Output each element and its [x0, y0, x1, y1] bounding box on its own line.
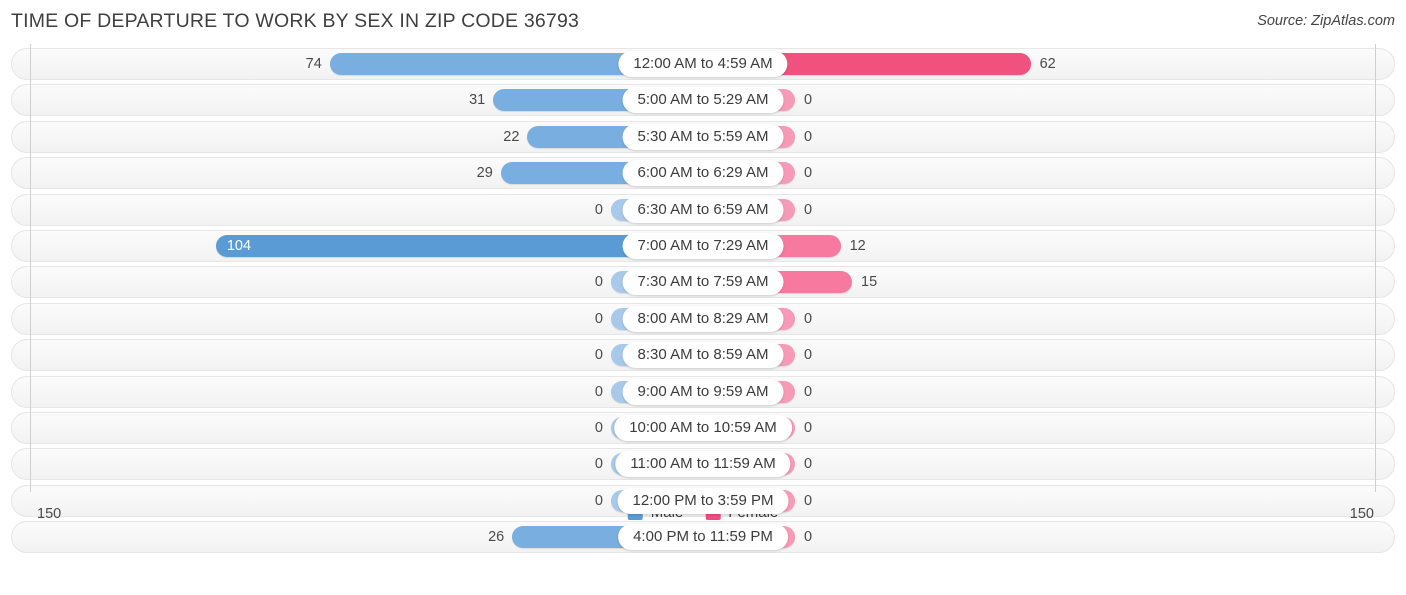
male-value-label: 0 — [594, 456, 603, 473]
table-row[interactable]: 0 0 6:30 AM to 6:59 AM — [11, 193, 1395, 226]
male-value-label: 0 — [594, 419, 603, 436]
table-row[interactable]: 74 62 12:00 AM to 4:59 AM — [11, 48, 1395, 80]
chart-plot-area: 74 62 12:00 AM to 4:59 AM 31 0 5:00 AM to 5:2… — [11, 44, 1395, 554]
male-value-label: 74 — [305, 56, 322, 72]
male-value-label: 22 — [503, 128, 520, 145]
female-half: 0 — [703, 449, 1394, 479]
female-half: 0 — [703, 85, 1394, 115]
axis-line-left — [30, 44, 31, 492]
female-value-label: 0 — [804, 201, 813, 218]
table-row[interactable]: 31 0 5:00 AM to 5:29 AM — [11, 84, 1395, 117]
category-label: 7:00 AM to 7:29 AM — [622, 232, 784, 259]
female-half: 0 — [703, 158, 1394, 188]
male-value-label: 0 — [594, 383, 603, 400]
table-row[interactable]: 0 0 8:30 AM to 8:59 AM — [11, 339, 1395, 372]
male-half: 0 — [12, 449, 703, 479]
male-value-label: 31 — [469, 92, 486, 109]
female-value-label: 0 — [804, 347, 813, 364]
table-row[interactable]: 29 0 6:00 AM to 6:29 AM — [11, 157, 1395, 190]
female-value-label: 15 — [861, 274, 878, 291]
category-label: 4:00 PM to 11:59 PM — [618, 524, 788, 551]
category-label: 12:00 AM to 4:59 AM — [618, 51, 788, 77]
male-half: 0 — [12, 340, 703, 370]
female-value-label: 0 — [804, 128, 813, 145]
male-value-label: 0 — [594, 201, 603, 218]
category-label: 10:00 AM to 10:59 AM — [614, 414, 792, 441]
category-label: 9:00 AM to 9:59 AM — [622, 378, 784, 405]
female-half: 0 — [703, 122, 1394, 152]
category-label: 5:00 AM to 5:29 AM — [622, 87, 784, 114]
category-label: 7:30 AM to 7:59 AM — [622, 269, 784, 296]
female-value-label: 0 — [804, 456, 813, 473]
female-value-label: 0 — [804, 419, 813, 436]
female-value-label: 12 — [849, 237, 866, 254]
male-half: 0 — [12, 377, 703, 407]
chart-header: TIME OF DEPARTURE TO WORK BY SEX IN ZIP … — [0, 0, 1406, 44]
category-label: 11:00 AM to 11:59 AM — [615, 451, 791, 478]
table-row[interactable]: 104 12 7:00 AM to 7:29 AM — [11, 229, 1395, 262]
female-half: 0 — [703, 413, 1394, 443]
female-value-label: 0 — [804, 165, 813, 182]
female-half: 0 — [703, 377, 1394, 407]
female-value-label: 0 — [804, 383, 813, 400]
female-value-label: 0 — [804, 529, 813, 546]
male-half: 74 — [12, 49, 703, 79]
axis-max-left: 150 — [37, 506, 62, 522]
male-value-label: 0 — [594, 347, 603, 364]
table-row[interactable]: 22 0 5:30 AM to 5:59 AM — [11, 120, 1395, 153]
male-value-label: 0 — [594, 274, 603, 291]
male-half: 0 — [12, 304, 703, 334]
male-half: 0 — [12, 195, 703, 225]
category-label: 8:30 AM to 8:59 AM — [622, 342, 784, 369]
female-value-label: 0 — [804, 310, 813, 327]
category-label: 12:00 PM to 3:59 PM — [617, 487, 789, 514]
female-half: 0 — [703, 340, 1394, 370]
table-row[interactable]: 0 0 11:00 AM to 11:59 AM — [11, 448, 1395, 481]
male-half: 104 — [12, 231, 703, 261]
table-row[interactable]: 0 15 7:30 AM to 7:59 AM — [11, 266, 1395, 299]
source-attribution: Source: ZipAtlas.com — [1257, 13, 1395, 29]
bar-rows-container: 74 62 12:00 AM to 4:59 AM 31 0 5:00 AM to 5:2… — [11, 48, 1395, 557]
table-row[interactable]: 0 0 10:00 AM to 10:59 AM — [11, 411, 1395, 444]
female-half: 0 — [703, 195, 1394, 225]
female-half: 12 — [703, 231, 1394, 261]
axis-line-right — [1375, 44, 1376, 492]
male-value-label: 26 — [488, 529, 505, 546]
axis-max-right: 150 — [1349, 506, 1374, 522]
female-half: 15 — [703, 267, 1394, 297]
category-label: 8:00 AM to 8:29 AM — [622, 305, 784, 332]
category-label: 5:30 AM to 5:59 AM — [622, 123, 784, 150]
male-half: 0 — [12, 413, 703, 443]
male-half: 22 — [12, 122, 703, 152]
male-value-label: 29 — [476, 165, 493, 182]
male-half: 31 — [12, 85, 703, 115]
female-value-label: 62 — [1039, 56, 1056, 72]
male-value-label: 104 — [226, 237, 252, 254]
category-label: 6:00 AM to 6:29 AM — [622, 160, 784, 187]
female-half: 0 — [703, 304, 1394, 334]
female-value-label: 0 — [804, 92, 813, 109]
page-title: TIME OF DEPARTURE TO WORK BY SEX IN ZIP … — [11, 10, 580, 32]
male-value-label: 0 — [594, 310, 603, 327]
table-row[interactable]: 0 0 8:00 AM to 8:29 AM — [11, 302, 1395, 335]
male-half: 0 — [12, 267, 703, 297]
female-half: 62 — [703, 49, 1394, 79]
category-label: 6:30 AM to 6:59 AM — [622, 196, 784, 223]
table-row[interactable]: 0 0 9:00 AM to 9:59 AM — [11, 375, 1395, 408]
male-half: 29 — [12, 158, 703, 188]
